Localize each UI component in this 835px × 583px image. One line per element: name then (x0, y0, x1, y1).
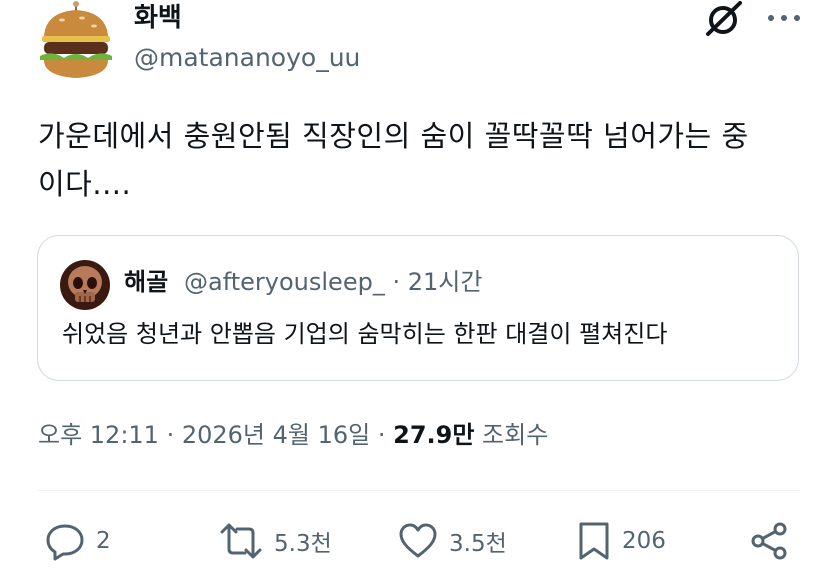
tweet-text-line: 이다.... (38, 167, 132, 201)
like-count: 3.5천 (449, 531, 507, 557)
tweet-meta: 오후 12:11 · 2026년 4월 16일 · 27.9만 조회수 (38, 418, 548, 452)
tweet-header: 화백 @matananoyo_uu (0, 0, 835, 90)
divider (38, 490, 800, 491)
share-icon (751, 522, 787, 560)
views-count[interactable]: 27.9만 (393, 421, 474, 449)
skull-avatar (60, 260, 110, 310)
quoted-tweet-text: 쉬었음 청년과 안뽑음 기업의 숨막히는 한판 대결이 펼쳐진다 (62, 320, 668, 348)
bookmark-icon (579, 522, 609, 560)
tweet-text: 가운데에서 충원안됨 직장인의 숨이 꼴딱꼴딱 넘어가는 중 이다.... (38, 112, 808, 208)
share-button[interactable] (748, 518, 790, 564)
tweet-detail: 화백 @matananoyo_uu 가운데에서 충원안됨 직장인의 숨이 꼴딱꼴… (0, 0, 835, 583)
quoted-author-handle-time: @afteryousleep_ · 21시간 (184, 268, 483, 296)
author-display-name[interactable]: 화백 (134, 2, 182, 34)
more-icon[interactable] (764, 10, 804, 26)
author-handle[interactable]: @matananoyo_uu (134, 42, 360, 74)
repost-count: 5.3천 (274, 531, 332, 557)
bookmark-button[interactable]: 206 (576, 518, 666, 564)
grok-icon[interactable] (702, 0, 746, 38)
heart-icon (399, 523, 437, 558)
quoted-author-display-name: 해골 (124, 268, 169, 296)
reply-icon (46, 524, 84, 561)
tweet-text-line: 가운데에서 충원안됨 직장인의 숨이 꼴딱꼴딱 넘어가는 중 (38, 119, 749, 153)
like-button[interactable]: 3.5천 (397, 518, 507, 564)
hamburger-avatar[interactable] (38, 0, 114, 82)
repost-icon (220, 523, 262, 559)
bookmark-count: 206 (622, 528, 666, 554)
reply-count: 2 (96, 528, 111, 554)
quoted-tweet-card[interactable]: 해골 @afteryousleep_ · 21시간 쉬었음 청년과 안뽑음 기업… (37, 235, 799, 381)
reply-button[interactable]: 2 (44, 518, 111, 564)
repost-button[interactable]: 5.3천 (218, 518, 332, 564)
timestamp[interactable]: 오후 12:11 · 2026년 4월 16일 · (38, 421, 393, 449)
views-label: 조회수 (474, 421, 549, 449)
